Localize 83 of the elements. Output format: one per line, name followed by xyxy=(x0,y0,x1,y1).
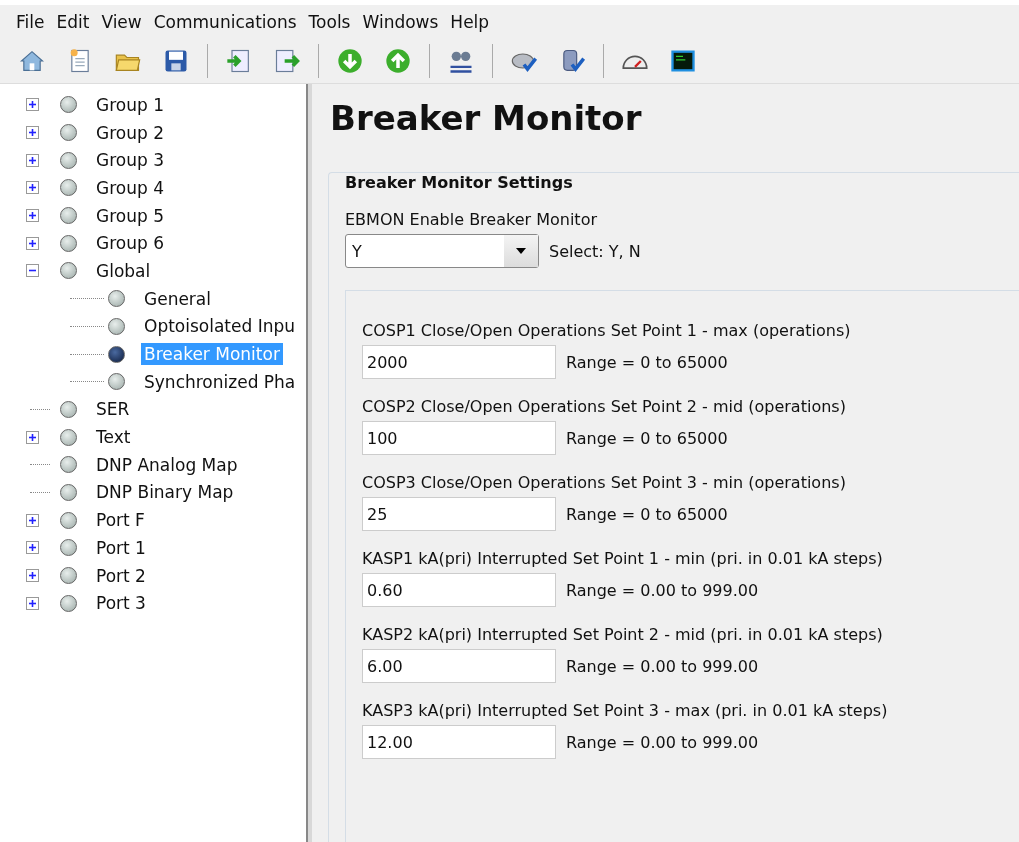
range-text: Range = 0 to 65000 xyxy=(566,504,728,524)
tree-item[interactable]: General xyxy=(141,287,214,310)
range-text: Range = 0.00 to 999.00 xyxy=(566,580,759,600)
collapse-icon[interactable] xyxy=(26,264,39,278)
setting-label: COSP1 Close/Open Operations Set Point 1 - max (operations) xyxy=(362,321,852,340)
status-dot-icon xyxy=(60,262,77,280)
tree-item[interactable]: SER xyxy=(93,398,133,421)
tree-item[interactable]: Port 3 xyxy=(93,592,149,615)
expand-icon[interactable] xyxy=(26,126,39,140)
range-text: Range = 0 to 65000 xyxy=(566,428,728,448)
upload-icon[interactable] xyxy=(384,47,412,75)
status-dot-icon xyxy=(108,345,125,363)
status-dot-icon xyxy=(60,539,77,557)
status-dot-icon xyxy=(60,594,77,612)
tree-item[interactable]: Port 1 xyxy=(93,536,149,559)
input-field[interactable]: 100 xyxy=(362,421,556,455)
expand-icon[interactable] xyxy=(26,236,39,250)
page-title: Breaker Monitor xyxy=(330,98,643,138)
setting-label: KASP2 kA(pri) Interrupted Set Point 2 - mid (pri. in 0.01 kA steps) xyxy=(362,625,884,644)
status-dot-icon xyxy=(60,207,77,225)
setting-label: KASP1 kA(pri) Interrupted Set Point 1 - min (pri. in 0.01 kA steps) xyxy=(362,549,884,568)
setting-label: KASP3 kA(pri) Interrupted Set Point 3 - max (pri. in 0.01 kA steps) xyxy=(362,701,889,720)
status-dot-icon xyxy=(60,456,77,474)
tree-item[interactable]: Synchronized Pha xyxy=(141,370,299,393)
tree-item[interactable]: Group 1 xyxy=(93,93,167,116)
menu-item[interactable]: Communications xyxy=(149,10,301,34)
tree-item[interactable]: Group 3 xyxy=(93,149,167,172)
tree-item[interactable]: Group 6 xyxy=(93,232,167,255)
menu-item[interactable]: Windows xyxy=(358,10,443,34)
caret-icon xyxy=(516,248,526,254)
expand-icon[interactable] xyxy=(26,513,39,527)
input-field[interactable]: 25 xyxy=(362,497,556,531)
input-field[interactable]: 12.00 xyxy=(362,725,556,759)
expand-icon[interactable] xyxy=(26,209,39,223)
menu-item[interactable]: View xyxy=(97,10,146,34)
status-dot-icon xyxy=(108,373,125,391)
expand-icon[interactable] xyxy=(26,541,39,555)
expand-icon[interactable] xyxy=(26,153,39,167)
menu-item[interactable]: Tools xyxy=(304,10,355,34)
export-icon[interactable] xyxy=(273,47,301,75)
menu-item[interactable]: File xyxy=(12,10,49,34)
input-field[interactable]: 0.60 xyxy=(362,573,556,607)
setting-label: EBMON Enable Breaker Monitor xyxy=(345,210,598,229)
status-dot-icon xyxy=(60,400,77,418)
status-dot-icon xyxy=(108,317,125,335)
expand-icon[interactable] xyxy=(26,569,39,583)
group-title: Breaker Monitor Settings xyxy=(343,173,575,192)
tree-item[interactable]: Port F xyxy=(93,509,148,532)
range-text: Range = 0 to 65000 xyxy=(566,352,728,372)
input-field[interactable]: 6.00 xyxy=(362,649,556,683)
status-dot-icon xyxy=(60,96,77,114)
menu-item[interactable]: Edit xyxy=(52,10,94,34)
status-dot-icon xyxy=(60,511,77,529)
setting-label: COSP2 Close/Open Operations Set Point 2 - mid (operations) xyxy=(362,397,847,416)
menu-item[interactable]: Help xyxy=(446,10,494,34)
dropdown[interactable]: Y xyxy=(345,234,539,268)
status-dot-icon xyxy=(60,483,77,501)
expand-icon[interactable] xyxy=(26,98,39,112)
expand-icon[interactable] xyxy=(26,181,39,195)
tree-item[interactable]: Global xyxy=(93,259,154,282)
tree-item[interactable]: Port 2 xyxy=(93,564,149,587)
tree-item[interactable]: Group 2 xyxy=(93,121,167,144)
status-dot-icon xyxy=(60,428,77,446)
range-text: Range = 0.00 to 999.00 xyxy=(566,656,759,676)
tree-item[interactable]: Group 5 xyxy=(93,204,167,227)
status-dot-icon xyxy=(60,151,77,169)
tree-item[interactable]: Optoisolated Inpu xyxy=(141,315,299,338)
tree-item[interactable]: DNP Analog Map xyxy=(93,453,241,476)
tree-item[interactable]: DNP Binary Map xyxy=(93,481,237,504)
status-dot-icon xyxy=(60,567,77,585)
status-dot-icon xyxy=(60,124,77,142)
setting-label: COSP3 Close/Open Operations Set Point 3 - min (operations) xyxy=(362,473,847,492)
expand-icon[interactable] xyxy=(26,430,39,444)
status-dot-icon xyxy=(60,234,77,252)
status-dot-icon xyxy=(60,179,77,197)
input-field[interactable]: 2000 xyxy=(362,345,556,379)
hint-text: Select: Y, N xyxy=(549,241,641,261)
range-text: Range = 0.00 to 999.00 xyxy=(566,732,759,752)
tree-item[interactable]: Text xyxy=(93,426,134,449)
expand-icon[interactable] xyxy=(26,596,39,610)
download-icon[interactable] xyxy=(336,47,364,75)
tree-item[interactable]: Group 4 xyxy=(93,176,167,199)
status-dot-icon xyxy=(108,290,125,308)
